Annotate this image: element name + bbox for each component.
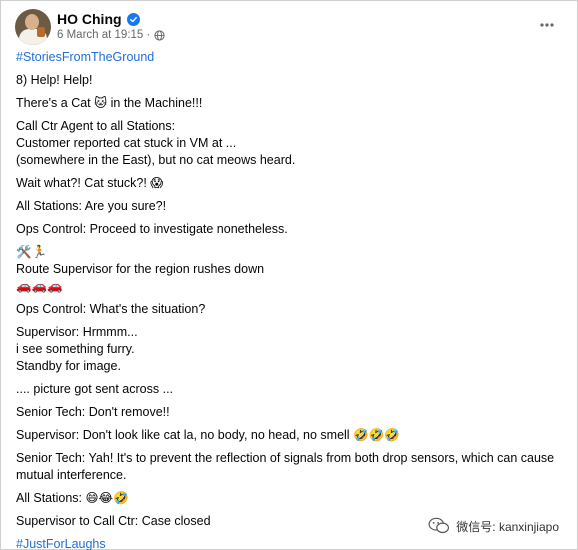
post-line: There's a Cat 🐱 in the Machine!!! — [16, 96, 203, 110]
hashtag-just-for-laughs[interactable]: #JustForLaughs — [16, 536, 563, 550]
post-line: Wait what?! Cat stuck?! 😱 — [16, 176, 164, 190]
watermark-text: 微信号: kanxinjiapo — [456, 519, 559, 534]
post-body: #StoriesFromTheGround 8) Help! Help! The… — [16, 49, 563, 550]
wechat-icon — [428, 517, 450, 534]
more-options-icon[interactable] — [537, 15, 557, 35]
avatar[interactable] — [15, 9, 51, 45]
post-line: Ops Control: Proceed to investigate none… — [16, 222, 288, 236]
hashtag-stories-from-the-ground[interactable]: #StoriesFromTheGround — [16, 49, 563, 66]
post-line: All Stations: 😄😂🤣 — [16, 491, 129, 505]
post-line: Call Ctr Agent to all Stations: Customer… — [16, 119, 296, 167]
globe-icon — [154, 29, 165, 41]
post-header: HO Ching 6 March at 19:15 · — [15, 9, 563, 47]
post-line: Supervisor: Hrmmm... i see something fur… — [16, 325, 138, 373]
post-timestamp[interactable]: 6 March at 19:15 · — [57, 29, 150, 41]
post-line: Ops Control: What's the situation? — [16, 302, 206, 316]
wechat-watermark: 微信号: kanxinjiapo — [428, 517, 559, 535]
post-line: Senior Tech: Yah! It's to prevent the re… — [16, 451, 555, 482]
emoji-line: 🛠️🏃 — [16, 245, 48, 259]
post-line: Supervisor: Don't look like cat la, no b… — [16, 428, 400, 442]
post-line: Senior Tech: Don't remove!! — [16, 405, 170, 419]
author-row: HO Ching — [57, 11, 140, 27]
post-line: 8) Help! Help! — [16, 73, 93, 87]
post-line: All Stations: Are you sure?! — [16, 199, 167, 213]
post-line: Route Supervisor for the region rushes d… — [16, 262, 265, 276]
emoji-line: 🚗🚗🚗 — [16, 279, 63, 293]
verified-badge-icon — [126, 12, 140, 26]
author-name[interactable]: HO Ching — [57, 11, 122, 27]
facebook-post-card: HO Ching 6 March at 19:15 · #StoriesFrom… — [0, 0, 578, 550]
post-line: .... picture got sent across ... — [16, 382, 174, 396]
post-meta: 6 March at 19:15 · — [57, 29, 165, 41]
